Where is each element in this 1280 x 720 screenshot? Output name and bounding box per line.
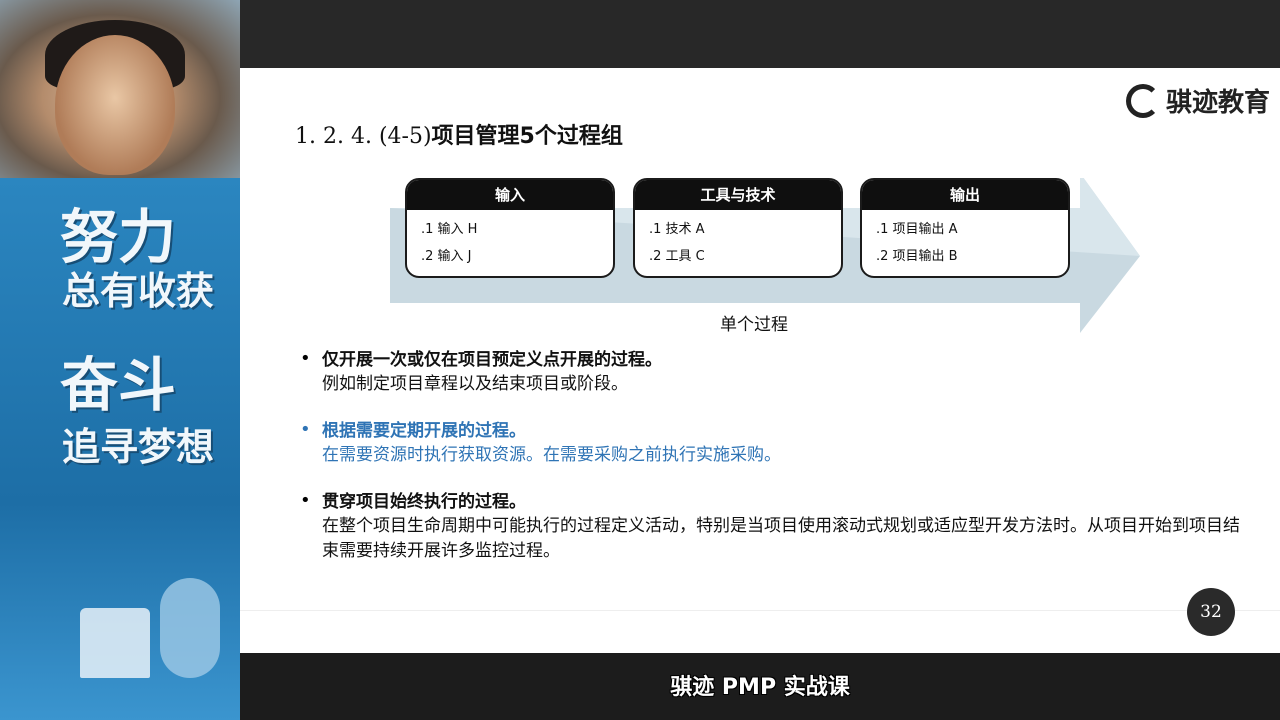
output-box-item: .2 项目输出 B bbox=[876, 249, 958, 264]
lamp-illustration bbox=[160, 578, 220, 678]
motivational-poster: 努力 总有收获 奋斗 追寻梦想 bbox=[0, 178, 240, 720]
input-box-header: 输入 bbox=[407, 180, 613, 210]
bullet-head: 仅开展一次或仅在项目预定义点开展的过程。 bbox=[322, 350, 662, 370]
webcam-video bbox=[0, 0, 240, 178]
bullet-list: • 仅开展一次或仅在项目预定义点开展的过程。 例如制定项目章程以及结束项目或阶段… bbox=[300, 348, 1240, 586]
bullet-item: • 仅开展一次或仅在项目预定义点开展的过程。 例如制定项目章程以及结束项目或阶段… bbox=[300, 348, 1240, 397]
course-title: 骐迹 PMP 实战课 bbox=[670, 675, 850, 700]
brand-logo: 骐迹教育 bbox=[1125, 82, 1270, 119]
bottom-banner: 骐迹 PMP 实战课 bbox=[240, 653, 1280, 720]
input-box: 输入 .1 输入 H .2 输入 J bbox=[405, 178, 615, 278]
left-panel: 努力 总有收获 奋斗 追寻梦想 bbox=[0, 0, 240, 720]
brand-name: 骐迹教育 bbox=[1165, 88, 1270, 118]
single-process-label: 单个过程 bbox=[720, 315, 788, 335]
bullet-head: 根据需要定期开展的过程。 bbox=[322, 421, 526, 441]
process-diagram: 输入 .1 输入 H .2 输入 J 工具与技术 .1 技术 A .2 工具 C… bbox=[390, 178, 1140, 338]
bullet-dot: • bbox=[300, 419, 311, 440]
bullet-item: • 贯穿项目始终执行的过程。 在整个项目生命周期中可能执行的过程定义活动，特别是… bbox=[300, 490, 1240, 564]
brand-q-icon bbox=[1125, 83, 1160, 118]
input-box-item: .1 输入 H bbox=[421, 222, 478, 237]
bullet-dot: • bbox=[300, 348, 311, 369]
output-box-header: 输出 bbox=[862, 180, 1068, 210]
bullet-dot: • bbox=[300, 490, 311, 511]
tools-box-item: .1 技术 A bbox=[649, 222, 705, 237]
bullet-body: 在整个项目生命周期中可能执行的过程定义活动，特别是当项目使用滚动式规划或适应型开… bbox=[322, 516, 1240, 561]
footer-divider bbox=[240, 610, 1280, 611]
bullet-body: 在需要资源时执行获取资源。在需要采购之前执行实施采购。 bbox=[322, 445, 781, 465]
output-box-item: .1 项目输出 A bbox=[876, 222, 958, 237]
slide-title: 1. 2. 4. (4-5)项目管理5个过程组 bbox=[295, 118, 623, 150]
poster-line-3: 奋斗 bbox=[60, 351, 177, 419]
book-illustration bbox=[80, 608, 150, 678]
tools-box: 工具与技术 .1 技术 A .2 工具 C bbox=[633, 178, 843, 278]
webcam-person-face bbox=[55, 35, 175, 175]
top-bar bbox=[240, 0, 1280, 68]
poster-line-2: 总有收获 bbox=[62, 269, 215, 313]
tools-box-item: .2 工具 C bbox=[649, 249, 705, 264]
tools-box-header: 工具与技术 bbox=[635, 180, 841, 210]
input-box-item: .2 输入 J bbox=[421, 249, 472, 264]
bullet-body: 例如制定项目章程以及结束项目或阶段。 bbox=[322, 374, 628, 394]
poster-line-4: 追寻梦想 bbox=[62, 425, 215, 469]
slide: 骐迹教育 1. 2. 4. (4-5)项目管理5个过程组 输入 .1 输入 H … bbox=[240, 68, 1280, 653]
bullet-item-highlighted: • 根据需要定期开展的过程。 在需要资源时执行获取资源。在需要采购之前执行实施采… bbox=[300, 419, 1240, 468]
page-number-badge: 32 bbox=[1187, 588, 1235, 636]
output-box: 输出 .1 项目输出 A .2 项目输出 B bbox=[860, 178, 1070, 278]
bullet-head: 贯穿项目始终执行的过程。 bbox=[322, 492, 526, 512]
slide-title-text: 项目管理5个过程组 bbox=[431, 124, 623, 149]
slide-title-number: 1. 2. 4. (4-5) bbox=[295, 124, 432, 149]
